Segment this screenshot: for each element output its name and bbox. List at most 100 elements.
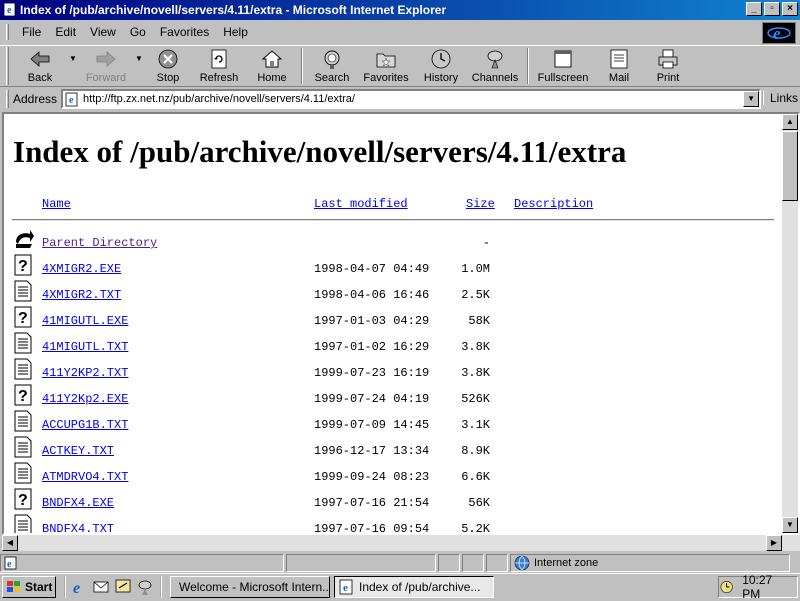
file-row: ? 4XMIGR2.EXE 1998-04-07 04:49 1.0M: [12, 254, 772, 280]
stop-button[interactable]: Stop: [145, 46, 191, 86]
file-size: 2.5K: [461, 288, 490, 302]
back-dropdown[interactable]: ▼: [67, 46, 79, 86]
file-link[interactable]: 411Y2KP2.TXT: [42, 366, 128, 380]
sort-by-size-link[interactable]: Size: [466, 197, 495, 211]
home-label: Home: [257, 72, 287, 84]
ie-quicklaunch-icon[interactable]: e: [70, 578, 88, 596]
forward-label: Forward: [85, 72, 127, 84]
show-desktop-icon[interactable]: [114, 578, 132, 596]
status-page-icon: e: [4, 556, 17, 570]
file-link[interactable]: ACCUPG1B.TXT: [42, 418, 128, 432]
minimize-button[interactable]: _: [746, 2, 762, 16]
file-modified: 1999-07-23 16:19: [314, 366, 430, 380]
scheduler-tray-icon[interactable]: [719, 579, 734, 595]
window-title: Index of /pub/archive/novell/servers/4.1…: [20, 3, 447, 17]
start-button[interactable]: Start: [2, 576, 56, 598]
unknown-file-icon: ?: [14, 254, 32, 276]
scroll-left-button[interactable]: ◀: [2, 535, 18, 551]
file-modified: 1997-07-16 09:54: [314, 522, 430, 533]
text-file-icon: [14, 436, 32, 458]
menu-grip[interactable]: [6, 24, 9, 40]
file-row: BNDFX4.TXT 1997-07-16 09:54 5.2K: [12, 514, 772, 533]
menu-go[interactable]: Go: [123, 25, 153, 39]
fullscreen-button[interactable]: Fullscreen: [533, 46, 593, 86]
file-link[interactable]: BNDFX4.EXE: [42, 496, 114, 510]
file-link[interactable]: 41MIGUTL.TXT: [42, 340, 128, 354]
forward-button[interactable]: Forward: [79, 46, 133, 86]
file-link[interactable]: ACTKEY.TXT: [42, 444, 114, 458]
zone-label: Internet zone: [534, 557, 599, 569]
sort-by-name-link[interactable]: Name: [42, 197, 71, 211]
ie-task-icon: e: [339, 579, 353, 595]
listing-rows: Parent Directory - ? 4XMIGR2.EXE 1998-04-0…: [12, 228, 772, 533]
fullscreen-label: Fullscreen: [537, 72, 589, 84]
parent-directory-link[interactable]: Parent Directory: [42, 236, 157, 250]
channels-button[interactable]: Channels: [467, 46, 523, 86]
menu-favorites[interactable]: Favorites: [153, 25, 216, 39]
close-button[interactable]: ×: [782, 2, 798, 16]
text-file-icon: [14, 462, 32, 484]
history-icon: [431, 49, 451, 69]
fullscreen-icon: [554, 50, 572, 68]
address-input[interactable]: e http://ftp.zx.net.nz/pub/archive/novel…: [61, 89, 762, 109]
file-link[interactable]: ATMDRVO4.TXT: [42, 470, 128, 484]
clock[interactable]: 10:27 PM: [742, 573, 791, 601]
mail-icon: [610, 49, 628, 69]
mail-button[interactable]: Mail: [593, 46, 645, 86]
svg-text:e: e: [73, 580, 80, 596]
file-modified: 1996-12-17 13:34: [314, 444, 430, 458]
refresh-label: Refresh: [199, 72, 239, 84]
print-button[interactable]: Print: [645, 46, 691, 86]
links-toolbar[interactable]: Links: [761, 91, 798, 105]
taskbar-task-button[interactable]: e Index of /pub/archive...: [334, 576, 494, 598]
scroll-right-button[interactable]: ▶: [766, 535, 782, 551]
file-link[interactable]: 4XMIGR2.TXT: [42, 288, 121, 302]
file-modified: 1997-01-03 04:29: [314, 314, 430, 328]
taskbar-task-button[interactable]: eWelcome - Microsoft Intern...: [170, 576, 330, 598]
file-link[interactable]: 411Y2Kp2.EXE: [42, 392, 128, 406]
horizontal-scrollbar[interactable]: ◀ ▶: [2, 535, 800, 551]
file-link[interactable]: BNDFX4.TXT: [42, 522, 114, 533]
sort-by-modified-link[interactable]: Last modified: [314, 197, 408, 211]
menu-view[interactable]: View: [83, 25, 123, 39]
scroll-up-button[interactable]: ▲: [782, 114, 798, 130]
svg-text:?: ?: [18, 258, 28, 275]
back-button[interactable]: Back: [13, 46, 67, 86]
title-bar[interactable]: e Index of /pub/archive/novell/servers/4…: [0, 0, 800, 20]
favorites-button[interactable]: Favorites: [357, 46, 415, 86]
history-button[interactable]: History: [415, 46, 467, 86]
vertical-scroll-thumb[interactable]: [782, 131, 798, 201]
toolbar-grip[interactable]: [6, 47, 9, 85]
channels-label: Channels: [471, 72, 519, 84]
scroll-down-button[interactable]: ▼: [782, 517, 798, 533]
address-dropdown[interactable]: ▼: [743, 91, 760, 107]
refresh-button[interactable]: Refresh: [191, 46, 247, 86]
home-button[interactable]: Home: [247, 46, 297, 86]
outlook-express-icon[interactable]: [92, 578, 110, 596]
text-file-icon: [14, 410, 32, 432]
file-row: 411Y2KP2.TXT 1999-07-23 16:19 3.8K: [12, 358, 772, 384]
file-row: ? BNDFX4.EXE 1997-07-16 21:54 56K: [12, 488, 772, 514]
address-grip[interactable]: [6, 90, 9, 108]
history-label: History: [423, 72, 459, 84]
forward-dropdown[interactable]: ▼: [133, 46, 145, 86]
parent-directory-row: Parent Directory -: [12, 228, 772, 254]
page-viewport: Index of /pub/archive/novell/servers/4.1…: [2, 112, 800, 535]
vertical-scrollbar[interactable]: ▲ ▼: [782, 114, 798, 533]
page-icon: e: [65, 92, 78, 107]
home-icon: [261, 50, 283, 68]
file-link[interactable]: 41MIGUTL.EXE: [42, 314, 128, 328]
search-button[interactable]: Search: [307, 46, 357, 86]
menu-help[interactable]: Help: [216, 25, 255, 39]
channels-quicklaunch-icon[interactable]: [136, 578, 154, 596]
toolbar-separator-2: [527, 48, 529, 84]
ie-throbber-logo: e: [762, 22, 796, 44]
menu-file[interactable]: File: [15, 25, 48, 39]
parent-size: -: [482, 236, 490, 250]
unknown-file-icon: ?: [14, 488, 32, 510]
maximize-button[interactable]: ▫: [764, 2, 780, 16]
menu-edit[interactable]: Edit: [48, 25, 83, 39]
sort-by-description-link[interactable]: Description: [514, 197, 593, 211]
file-link[interactable]: 4XMIGR2.EXE: [42, 262, 121, 276]
text-file-icon: [14, 280, 32, 302]
